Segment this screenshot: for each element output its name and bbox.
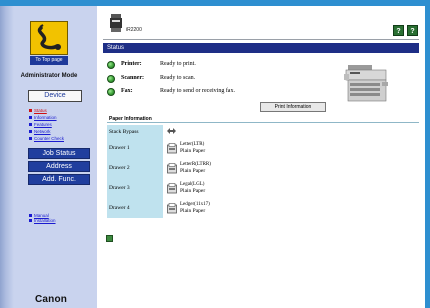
- copier-machine-image: [344, 63, 390, 108]
- administrator-mode-label: Administrator Mode: [20, 73, 78, 79]
- help-icon[interactable]: ?: [393, 25, 404, 36]
- bullet-icon: [29, 123, 32, 126]
- bullet-icon: [29, 130, 32, 133]
- nav-item-information[interactable]: Information: [29, 114, 89, 121]
- paper-source-name: Drawer 2: [107, 158, 163, 178]
- paper-tray-icon: [167, 142, 177, 153]
- paper-info-cell: Ledger(11x17) Plain Paper: [163, 198, 211, 218]
- paper-info-cell: [163, 125, 211, 138]
- paper-size: LetterR(LTRR): [180, 162, 211, 167]
- address-button[interactable]: Address: [28, 161, 90, 172]
- nav-item-status[interactable]: Status: [29, 107, 89, 114]
- job-status-button[interactable]: Job Status: [28, 148, 90, 159]
- paper-source-name: Stack Bypass: [107, 125, 163, 138]
- sidebar: To Top page Administrator Mode Device St…: [0, 6, 97, 308]
- status-value: Ready to scan.: [160, 75, 196, 81]
- device-button[interactable]: Device: [28, 90, 82, 102]
- table-row: Drawer 4 Ledger(11x17) Plain Paper: [107, 198, 211, 218]
- right-frame-bar: [425, 0, 430, 308]
- paper-size: Ledger(11x17): [180, 202, 210, 207]
- status-led-icon: [107, 88, 115, 96]
- nav-item-features[interactable]: Features: [29, 121, 89, 128]
- paper-source-name: Drawer 4: [107, 198, 163, 218]
- back-to-top-icon[interactable]: [106, 235, 113, 242]
- nav-item-counter-check[interactable]: Counter Check: [29, 135, 89, 142]
- status-label: Printer:: [121, 61, 142, 67]
- status-section-header: Status: [103, 43, 419, 53]
- table-row: Drawer 1 Letter(LTR) Plain Paper: [107, 138, 211, 158]
- bullet-icon: [29, 219, 32, 222]
- bullet-icon: [29, 137, 32, 140]
- nav-item-label: Features: [34, 122, 52, 127]
- device-nav-list: Status Information Features Network Coun…: [29, 107, 89, 142]
- paper-source-name: Drawer 3: [107, 178, 163, 198]
- status-value: Ready to print.: [160, 61, 196, 67]
- link-label: Installation: [34, 218, 56, 223]
- device-name: iR2200: [126, 27, 142, 33]
- bypass-arrows-icon: [167, 127, 176, 134]
- paper-source-name: Drawer 1: [107, 138, 163, 158]
- table-row: Stack Bypass: [107, 125, 211, 138]
- paper-type: Plain Paper: [180, 188, 206, 194]
- paper-type: Plain Paper: [180, 208, 206, 214]
- paper-information-header: Paper Information: [107, 116, 419, 123]
- status-label: Scanner:: [121, 75, 144, 81]
- paper-info-cell: LetterR(LTRR) Plain Paper: [163, 158, 211, 178]
- bullet-icon: [29, 116, 32, 119]
- status-value: Ready to send or receiving fax.: [160, 88, 235, 94]
- remote-ui-logo-icon[interactable]: [30, 21, 68, 55]
- nav-item-network[interactable]: Network: [29, 128, 89, 135]
- status-label: Fax:: [121, 88, 133, 94]
- paper-tray-icon: [167, 202, 177, 213]
- print-information-button[interactable]: Print Information: [260, 102, 326, 112]
- canon-logo: Canon: [35, 294, 68, 305]
- status-led-icon: [107, 75, 115, 83]
- question-icon[interactable]: ?: [407, 25, 418, 36]
- paper-information-table: Stack Bypass Drawer 1 Letter(LTR) Plain P…: [107, 125, 211, 218]
- bullet-icon: [29, 214, 32, 217]
- nav-item-label: Network: [34, 129, 51, 134]
- status-led-icon: [107, 61, 115, 69]
- nav-item-label: Counter Check: [34, 136, 65, 141]
- paper-size: Letter(LTR): [180, 142, 205, 147]
- table-row: Drawer 2 LetterR(LTRR) Plain Paper: [107, 158, 211, 178]
- help-links: Manual Installation: [29, 213, 56, 223]
- table-row: Drawer 3 Legal(LGL) Plain Paper: [107, 178, 211, 198]
- nav-item-label: Information: [34, 115, 57, 120]
- bullet-icon: [29, 109, 32, 112]
- paper-tray-icon: [167, 182, 177, 193]
- printer-device-icon: [110, 14, 122, 37]
- to-top-page-button[interactable]: To Top page: [30, 56, 68, 65]
- paper-size: Legal(LGL): [180, 182, 205, 187]
- installation-link[interactable]: Installation: [29, 218, 56, 223]
- paper-info-cell: Letter(LTR) Plain Paper: [163, 138, 211, 158]
- paper-type: Plain Paper: [180, 168, 206, 174]
- paper-info-cell: Legal(LGL) Plain Paper: [163, 178, 211, 198]
- add-func-button[interactable]: Add. Func.: [28, 174, 90, 185]
- header-divider: [103, 39, 419, 40]
- paper-tray-icon: [167, 162, 177, 173]
- paper-type: Plain Paper: [180, 148, 206, 154]
- nav-item-label: Status: [34, 108, 47, 113]
